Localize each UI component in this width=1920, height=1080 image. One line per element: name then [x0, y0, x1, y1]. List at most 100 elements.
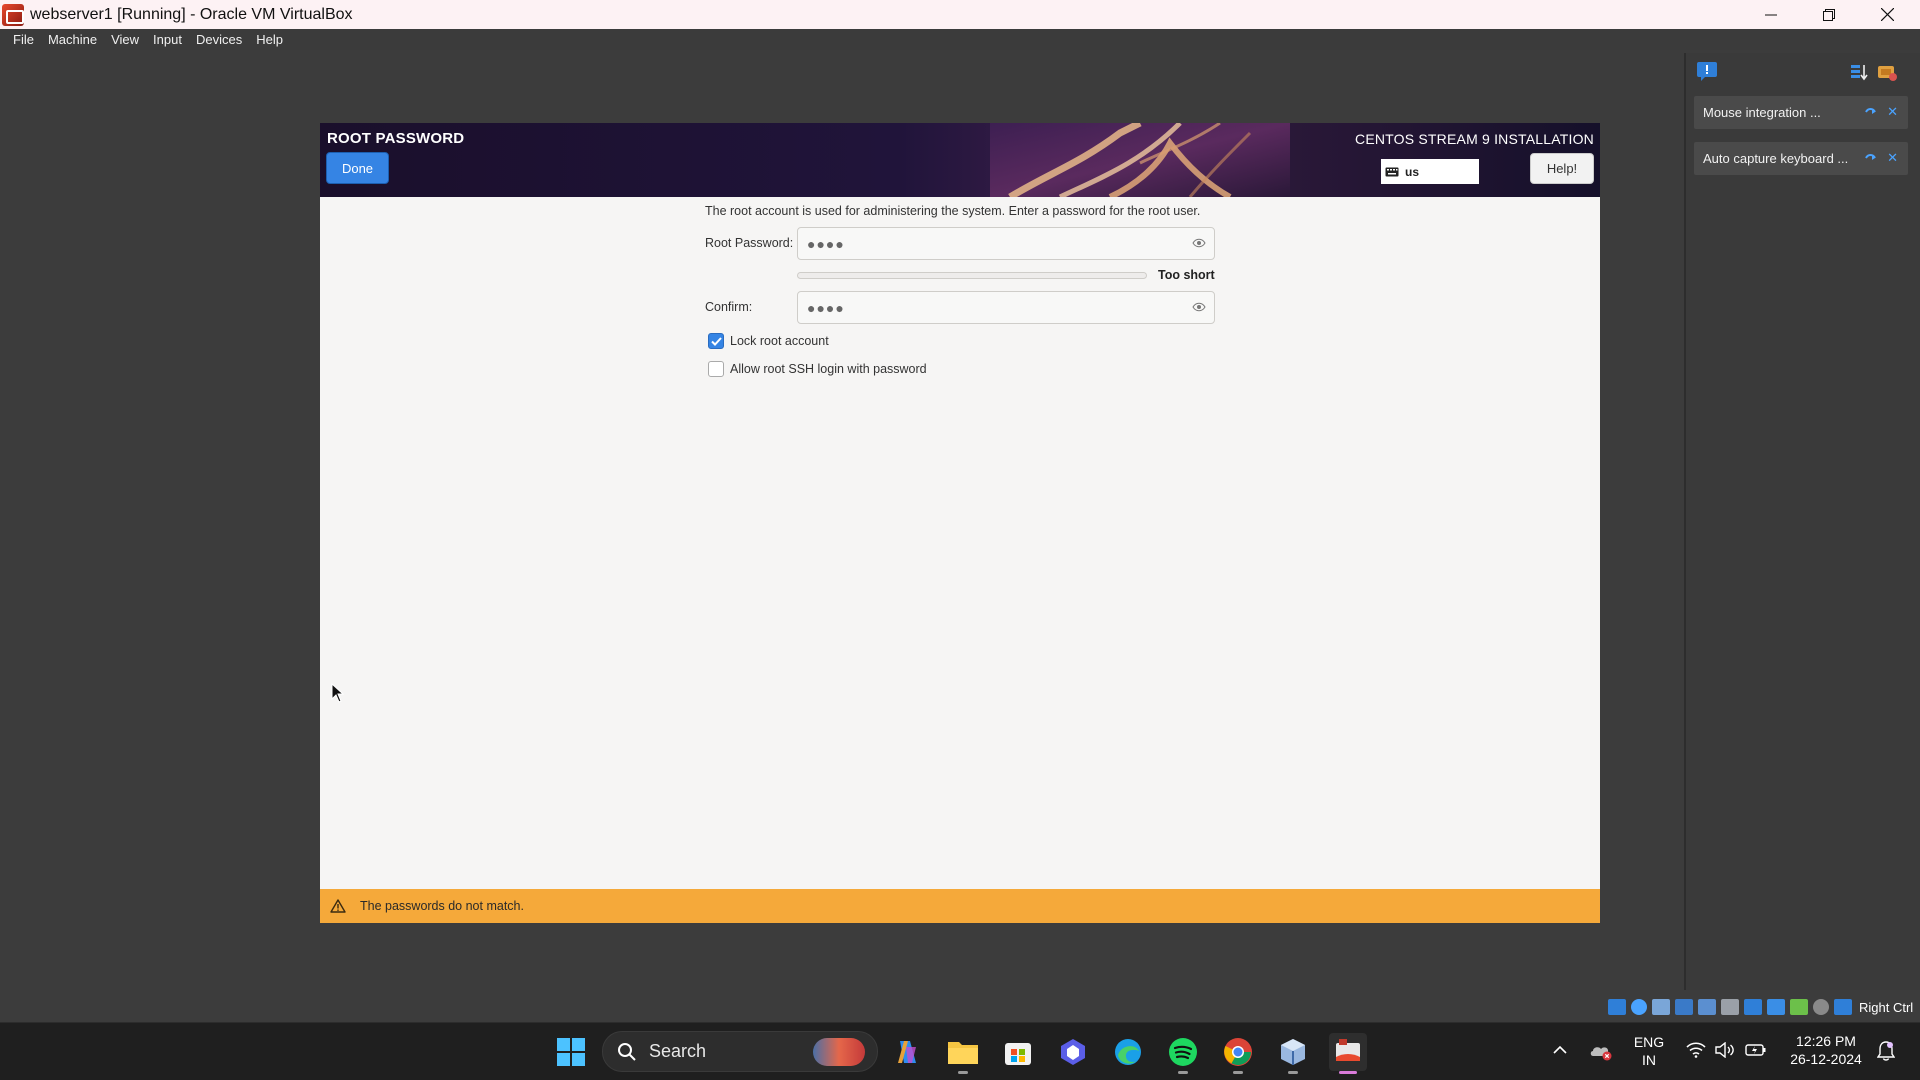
wifi-icon[interactable] [1686, 1042, 1706, 1058]
edge-icon [1115, 1039, 1141, 1065]
vm-window-icon [1336, 1039, 1360, 1061]
show-password-icon[interactable] [1192, 237, 1206, 249]
restore-icon [1823, 8, 1835, 21]
ssh-login-row[interactable]: Allow root SSH login with password [708, 361, 927, 377]
keyboard-icon [1385, 167, 1399, 176]
spotify-icon [1169, 1038, 1197, 1066]
start-button[interactable] [552, 1033, 590, 1071]
hard-disk-icon[interactable] [1608, 999, 1626, 1015]
active-indicator [1339, 1071, 1357, 1074]
menu-help[interactable]: Help [249, 32, 290, 47]
input-language-indicator[interactable]: ENG IN [1629, 1033, 1669, 1069]
root-password-value: ●●●● [807, 235, 845, 252]
taskbar-microsoft-store[interactable] [999, 1033, 1037, 1071]
taskbar-search-box[interactable]: Search [602, 1031, 878, 1072]
checkmark-icon [710, 336, 722, 346]
spoke-title: ROOT PASSWORD [327, 130, 465, 147]
keyboard-layout-value: us [1405, 164, 1420, 179]
ssh-login-checkbox[interactable] [708, 361, 724, 377]
confirm-password-label: Confirm: [705, 300, 753, 314]
done-button[interactable]: Done [326, 152, 389, 184]
keyboard-capture-icon[interactable] [1834, 999, 1852, 1015]
notification-center-panel: Mouse integration ... ✕ Auto capture key… [1684, 53, 1920, 990]
help-button[interactable]: Help! [1530, 153, 1594, 184]
cpu-activity-icon[interactable] [1790, 999, 1808, 1015]
close-icon[interactable]: ✕ [1887, 105, 1898, 118]
copilot-pro-icon [1061, 1039, 1085, 1065]
copilot-icon [898, 1041, 916, 1063]
close-icon [1880, 8, 1894, 21]
display-icon[interactable] [1744, 999, 1762, 1015]
window-title: webserver1 [Running] - Oracle VM Virtual… [30, 5, 353, 23]
windows-taskbar: Search ENG IN 12:26 PM 26-12-2024 [0, 1022, 1920, 1080]
vm-menu-bar: File Machine View Input Devices Help [0, 29, 1920, 50]
video-capture-icon[interactable] [1767, 999, 1785, 1015]
menu-file[interactable]: File [6, 32, 41, 47]
close-window-button[interactable] [1858, 0, 1916, 29]
taskbar-vm-window-active[interactable] [1329, 1033, 1367, 1074]
warning-icon [330, 899, 346, 913]
notification-mouse-integration[interactable]: Mouse integration ... ✕ [1694, 96, 1908, 129]
sort-order-icon[interactable] [1850, 63, 1868, 81]
warning-text: The passwords do not match. [360, 899, 524, 913]
show-hidden-icons-chevron-icon[interactable] [1553, 1045, 1567, 1055]
search-highlight-image [813, 1038, 865, 1066]
dismiss-all-icon[interactable] [1876, 62, 1898, 82]
chrome-icon [1224, 1038, 1252, 1066]
shared-folders-icon[interactable] [1721, 999, 1739, 1015]
restore-button[interactable] [1800, 0, 1858, 29]
notification-text: Mouse integration ... [1703, 105, 1821, 120]
taskbar-virtualbox-manager[interactable] [1274, 1033, 1312, 1074]
taskbar-spotify[interactable] [1164, 1033, 1202, 1074]
taskbar-edge[interactable] [1109, 1033, 1147, 1071]
search-placeholder: Search [649, 1041, 707, 1061]
confirm-password-value: ●●●● [807, 299, 845, 316]
running-indicator [1288, 1071, 1298, 1074]
network-icon[interactable] [1675, 999, 1693, 1015]
password-strength-label: Too short [1158, 268, 1215, 282]
lock-root-row[interactable]: Lock root account [708, 333, 829, 349]
notification-bell-icon[interactable] [1877, 1041, 1895, 1061]
notification-auto-capture-keyboard[interactable]: Auto capture keyboard ... ✕ [1694, 142, 1908, 175]
taskbar-chrome[interactable] [1219, 1033, 1257, 1074]
close-icon[interactable]: ✕ [1887, 151, 1898, 164]
menu-input[interactable]: Input [146, 32, 189, 47]
language-code: ENG [1633, 1034, 1665, 1050]
confirm-password-input[interactable]: ●●●● [797, 291, 1215, 324]
do-not-show-again-icon[interactable] [1865, 152, 1876, 163]
volume-icon[interactable] [1715, 1042, 1735, 1058]
windows-start-icon [557, 1038, 585, 1066]
taskbar-copilot[interactable] [888, 1033, 926, 1071]
keyboard-layout-indicator[interactable]: us [1381, 159, 1479, 184]
guest-display[interactable]: ROOT PASSWORD Done CENTOS STREAM 9 INSTA… [320, 123, 1600, 923]
folder-icon [948, 1042, 978, 1064]
host-key-label: Right Ctrl [1859, 999, 1914, 1015]
menu-devices[interactable]: Devices [189, 32, 249, 47]
search-icon [618, 1042, 636, 1061]
lock-root-checkbox[interactable] [708, 333, 724, 349]
taskbar-file-explorer[interactable] [944, 1033, 982, 1074]
notification-text: Auto capture keyboard ... [1703, 151, 1849, 166]
menu-view[interactable]: View [104, 32, 146, 47]
root-password-input[interactable]: ●●●● [797, 227, 1215, 260]
installer-header: ROOT PASSWORD Done CENTOS STREAM 9 INSTA… [320, 123, 1600, 197]
optical-drive-icon[interactable] [1631, 999, 1647, 1015]
notification-center-icon[interactable] [1696, 61, 1718, 81]
audio-icon[interactable] [1652, 999, 1670, 1015]
ssh-login-label: Allow root SSH login with password [730, 362, 927, 376]
root-account-description: The root account is used for administeri… [705, 204, 1201, 218]
taskbar-app-blue[interactable] [1054, 1033, 1092, 1071]
running-indicator [1178, 1071, 1188, 1074]
onedrive-error-icon[interactable] [1589, 1041, 1613, 1061]
show-confirm-password-icon[interactable] [1192, 301, 1206, 313]
mouse-integration-icon[interactable] [1813, 999, 1829, 1015]
do-not-show-again-icon[interactable] [1865, 106, 1876, 117]
battery-icon[interactable] [1745, 1042, 1767, 1058]
menu-machine[interactable]: Machine [41, 32, 104, 47]
product-title: CENTOS STREAM 9 INSTALLATION [1355, 131, 1594, 147]
usb-icon[interactable] [1698, 999, 1716, 1015]
clock-date: 26-12-2024 [1790, 1051, 1862, 1067]
clock[interactable]: 12:26 PM 26-12-2024 [1780, 1032, 1872, 1068]
minimize-button[interactable] [1742, 0, 1800, 29]
root-password-label: Root Password: [705, 236, 794, 250]
